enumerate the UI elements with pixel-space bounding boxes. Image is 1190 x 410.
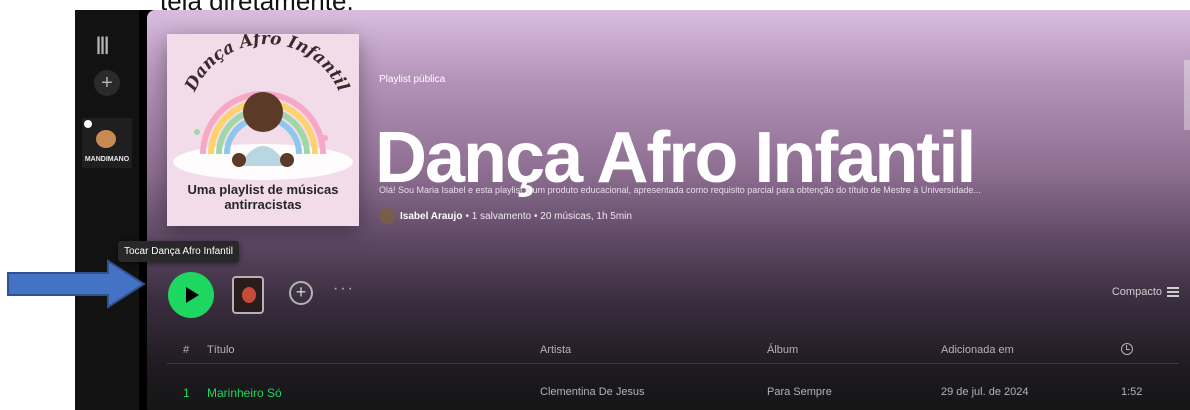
- view-mode-toggle[interactable]: Compacto: [1112, 286, 1179, 298]
- track-number: 1: [183, 386, 190, 400]
- header-album[interactable]: Álbum: [767, 344, 798, 356]
- preview-artwork: [242, 287, 256, 303]
- cover-subtitle: Uma playlist de músicas antirracistas: [167, 182, 359, 212]
- preview-button[interactable]: [232, 276, 264, 314]
- view-mode-label: Compacto: [1111, 286, 1162, 298]
- owner-name-link[interactable]: Isabel Araujo: [400, 211, 462, 222]
- playlist-meta: Isabel Araujo • 1 salvamento • 20 música…: [379, 208, 632, 224]
- library-sidebar: ||| + MANDIMANO: [75, 10, 140, 410]
- playlist-description: Olá! Sou Maria Isabel e esta playlist é …: [379, 185, 981, 195]
- playlist-stats: • 1 salvamento • 20 músicas, 1h 5min: [465, 210, 632, 222]
- more-options-button[interactable]: ···: [333, 280, 355, 298]
- track-album[interactable]: Para Sempre: [767, 386, 832, 398]
- scrollbar-thumb[interactable]: [1184, 60, 1190, 130]
- library-icon[interactable]: |||: [96, 34, 109, 55]
- svg-text:Dança Afro Infantil: Dança Afro Infantil: [181, 34, 353, 95]
- spotify-app-window: ||| + MANDIMANO Dança Afro Infantil Uma …: [75, 10, 1190, 410]
- playlist-cover[interactable]: Dança Afro Infantil Uma playlist de músi…: [167, 34, 359, 226]
- clock-icon[interactable]: [1121, 343, 1133, 355]
- playlist-view: Dança Afro Infantil Uma playlist de músi…: [147, 10, 1190, 410]
- cover-title-text: Dança Afro Infantil: [181, 34, 353, 95]
- create-playlist-button[interactable]: +: [94, 70, 120, 96]
- pin-icon: [84, 120, 92, 128]
- sidebar-thumb-label: MANDIMANO: [84, 156, 130, 163]
- plus-icon: +: [101, 72, 113, 94]
- track-title[interactable]: Marinheiro Só: [207, 386, 282, 400]
- cover-subtitle-line1: Uma playlist de músicas: [187, 182, 339, 197]
- list-icon: [1167, 287, 1179, 297]
- cover-arched-title: Dança Afro Infantil: [181, 34, 353, 95]
- header-artist[interactable]: Artista: [540, 344, 571, 356]
- plus-circle-icon: +: [295, 282, 307, 302]
- track-date-added: 29 de jul. de 2024: [941, 386, 1029, 398]
- track-artist[interactable]: Clementina De Jesus: [540, 386, 645, 398]
- cover-subtitle-line2: antirracistas: [224, 197, 302, 212]
- table-divider: [167, 363, 1179, 364]
- add-to-library-button[interactable]: +: [289, 281, 313, 305]
- header-title[interactable]: Título: [207, 344, 235, 356]
- play-icon: [186, 287, 199, 303]
- track-duration: 1:52: [1121, 386, 1143, 398]
- thumb-artwork: [96, 130, 116, 148]
- play-button[interactable]: [168, 272, 214, 318]
- annotation-arrow-icon: [7, 259, 146, 309]
- playlist-type-label: Playlist pública: [379, 74, 446, 85]
- sidebar-playlist-thumb[interactable]: MANDIMANO: [82, 118, 132, 168]
- screenshot-stage: tela diretamente. ||| + MANDIMANO Dança …: [0, 0, 1190, 410]
- track-table-header: # Título Artista Álbum Adicionada em: [147, 340, 1190, 364]
- table-row[interactable]: 1 Marinheiro Só Clementina De Jesus Para…: [147, 382, 1190, 404]
- header-number: #: [183, 344, 190, 356]
- header-date-added[interactable]: Adicionada em: [941, 344, 1014, 356]
- owner-avatar[interactable]: [379, 208, 395, 224]
